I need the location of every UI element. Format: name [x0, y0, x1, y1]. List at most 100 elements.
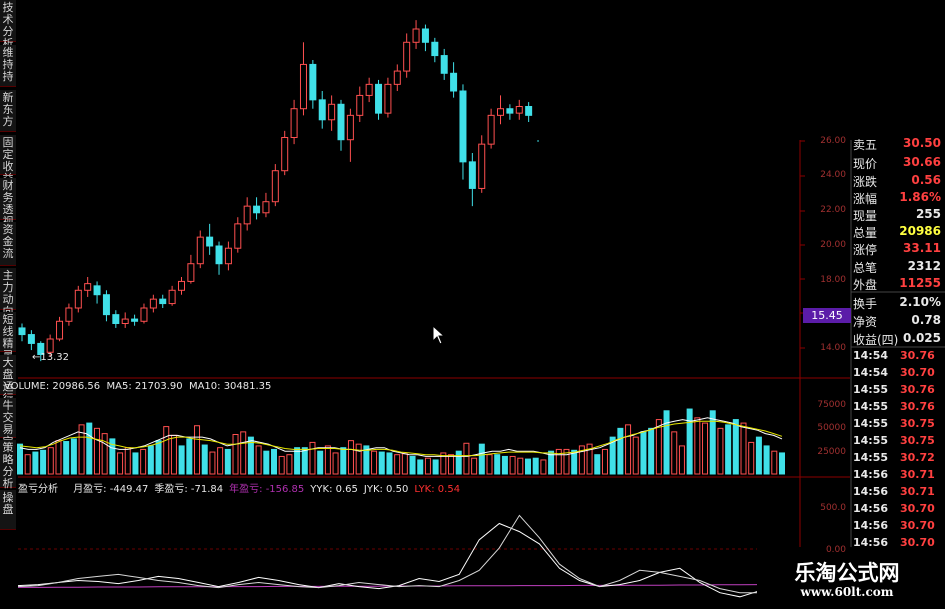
volume-bar — [594, 454, 601, 475]
volume-bar — [755, 436, 762, 475]
quote-label: 涨停 — [853, 243, 878, 257]
volume-bar — [170, 434, 177, 475]
tick-price: 30.70 — [900, 536, 935, 549]
volume-bar — [201, 444, 208, 475]
candle-body — [365, 83, 373, 96]
volume-bar — [163, 426, 170, 475]
quote-label: 净资 — [853, 315, 878, 329]
candle-body — [243, 205, 251, 225]
volume-bar — [271, 448, 277, 475]
left-tab-6[interactable]: 主力动向 — [0, 268, 16, 318]
left-tab-9[interactable]: 牛交易宝 — [0, 398, 16, 448]
volume-bar — [309, 441, 316, 475]
candle-body — [393, 70, 401, 85]
candle-body — [131, 318, 139, 322]
quote-label: 换手 — [853, 297, 878, 311]
indicator-value-3: YYK: 0.65 — [310, 484, 358, 495]
tick-price: 30.70 — [900, 502, 935, 515]
left-tab-7[interactable]: 短线精灵 — [0, 312, 16, 362]
candle-body — [187, 263, 195, 282]
volume-bar — [101, 433, 108, 475]
candle-body — [196, 236, 204, 265]
left-tab-11[interactable]: 操盘 — [0, 490, 16, 530]
volume-bar — [478, 443, 485, 475]
quote-label-ask5: 卖五 — [853, 138, 878, 152]
indicator-axis-label: 500.0 — [820, 503, 846, 513]
quote-value: 33.11 — [903, 241, 941, 255]
candle-body — [93, 285, 101, 296]
candle-body — [234, 223, 242, 249]
tick-price: 30.71 — [900, 485, 935, 498]
candle-body — [224, 247, 232, 265]
candle-body — [27, 334, 35, 344]
volume-bar — [532, 457, 539, 475]
volume-bar — [732, 419, 739, 475]
tick-price: 30.71 — [900, 468, 935, 481]
volume-bar — [232, 434, 239, 475]
volume-bar — [324, 445, 331, 475]
overlay-box-middle — [276, 281, 668, 328]
volume-bar — [401, 453, 408, 475]
volume-bar — [486, 454, 493, 475]
tick-time: 14:55 — [853, 400, 889, 413]
indicator-value-0: 月盈亏: -449.47 — [73, 484, 149, 495]
quote-label: 收益(四) — [853, 333, 899, 347]
candle-body — [112, 314, 120, 324]
candle-body — [384, 83, 392, 114]
volume-bar — [525, 458, 531, 475]
stock-chart-area[interactable] — [0, 0, 945, 609]
indicator-header: 盈亏分析 月盈亏: -449.47 季盈亏: -71.84 年盈亏: -156.85… — [18, 480, 466, 495]
tick-time: 14:54 — [853, 349, 889, 362]
volume-bar — [725, 424, 732, 475]
tick-time: 14:55 — [853, 434, 889, 447]
volume-bar — [448, 454, 455, 475]
volume-bar — [455, 450, 462, 475]
volume-bar — [47, 447, 54, 475]
candle-body — [468, 161, 476, 189]
volume-bar — [625, 424, 632, 475]
crosshair-price-label: 15.45 — [803, 308, 851, 323]
candle-body — [440, 55, 448, 74]
candle-body — [431, 41, 439, 57]
price-axis-label: 18.00 — [820, 275, 846, 285]
candle-body — [318, 99, 326, 121]
volume-bar — [763, 445, 770, 475]
left-tab-10[interactable]: 策略分析 — [0, 440, 16, 490]
volume-bar — [540, 459, 547, 475]
tick-price: 30.76 — [900, 349, 935, 362]
volume-bar — [186, 438, 193, 475]
candle-body — [421, 28, 429, 43]
volume-bar — [340, 447, 347, 475]
volume-bar — [140, 448, 147, 475]
indicator-value-4: JYK: 0.50 — [363, 484, 409, 495]
volume-bar — [263, 450, 270, 475]
volume-bar — [209, 451, 216, 475]
left-tab-3[interactable]: 固定收益 — [0, 135, 16, 185]
left-tab-2[interactable]: 新东方 — [0, 90, 16, 132]
candle-body — [102, 294, 110, 316]
quote-label: 总笔 — [853, 261, 878, 275]
volume-bar — [278, 455, 285, 475]
candle-body — [140, 307, 148, 322]
volume-bar — [494, 454, 501, 475]
left-tab-4[interactable]: 财务透视 — [0, 178, 16, 228]
left-tab-5[interactable]: 资金流 — [0, 222, 16, 266]
volume-bar — [432, 459, 439, 475]
watermark-url: www.60lt.com — [800, 585, 894, 599]
volume-bar — [40, 449, 47, 475]
candle-body — [290, 108, 298, 139]
left-tab-1[interactable]: 维持持 — [0, 45, 16, 87]
candle-body — [356, 94, 364, 116]
volume-bar — [648, 427, 655, 475]
indicator-name[interactable]: 盈亏分析 — [18, 484, 58, 495]
volume-ma5: MA5: 21703.90 — [106, 381, 183, 392]
candle-body — [18, 327, 26, 336]
tick-price: 30.70 — [900, 519, 935, 532]
left-tab-0[interactable]: 技术分析 — [0, 0, 16, 50]
candle-body — [178, 280, 185, 291]
tick-time: 14:56 — [853, 468, 889, 481]
candle-body — [506, 108, 514, 114]
tick-price: 30.76 — [900, 400, 935, 413]
tick-price: 30.75 — [900, 434, 935, 447]
volume-bar — [86, 422, 93, 475]
